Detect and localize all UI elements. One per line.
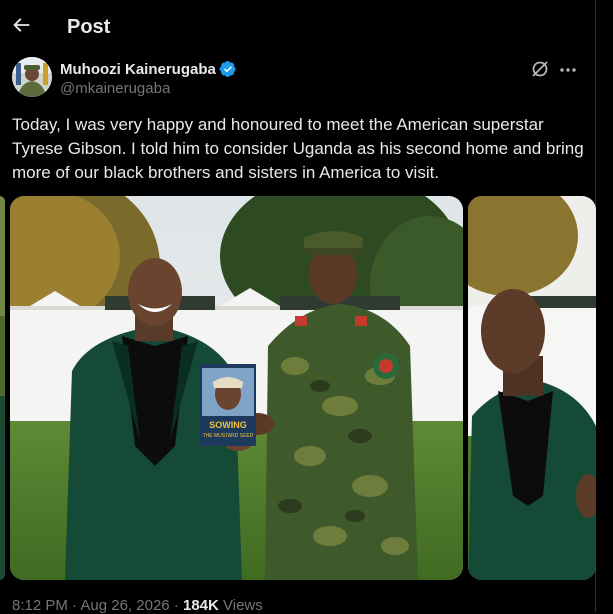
- next-photo-image: [468, 196, 596, 580]
- back-button[interactable]: [10, 14, 34, 38]
- more-horizontal-icon: [560, 68, 576, 72]
- main-photo-image: SOWING THE MUSTARD SEED: [10, 196, 463, 580]
- tweet-text: Today, I was very happy and honoured to …: [12, 115, 584, 182]
- views-label: Views: [223, 597, 263, 614]
- page-header: Post: [0, 0, 596, 53]
- arrow-left-icon: [13, 18, 30, 32]
- author-handle[interactable]: @mkainerugaba: [60, 80, 170, 97]
- scrollbar[interactable]: [601, 0, 613, 612]
- main-photo[interactable]: SOWING THE MUSTARD SEED: [10, 196, 463, 580]
- post-meta: 8:12 PM · Aug 26, 2026 · 184K Views: [12, 597, 263, 614]
- grok-icon: [532, 61, 548, 77]
- meta-separator: ·: [72, 597, 78, 614]
- book-title-line1: SOWING: [209, 420, 247, 430]
- grok-button[interactable]: [530, 59, 550, 79]
- more-options-button[interactable]: [558, 60, 578, 80]
- post-time[interactable]: 8:12 PM: [12, 597, 68, 614]
- post-date[interactable]: Aug 26, 2026: [80, 597, 169, 614]
- previous-photo[interactable]: [0, 196, 5, 580]
- media-carousel: SOWING THE MUSTARD SEED: [0, 196, 596, 582]
- views-count: 184K: [182, 597, 219, 614]
- next-photo[interactable]: [468, 196, 596, 580]
- avatar[interactable]: [12, 57, 52, 97]
- avatar-image: [12, 57, 52, 97]
- page-title: Post: [67, 16, 111, 38]
- post-column: Post Muhoozi Kainerugaba @mkainerugaba T…: [0, 0, 596, 614]
- author-name[interactable]: Muhoozi Kainerugaba: [60, 61, 216, 78]
- meta-separator: ·: [173, 597, 179, 614]
- previous-photo-image: [0, 196, 5, 580]
- book-title-line2: THE MUSTARD SEED: [203, 433, 254, 439]
- author-name-row: Muhoozi Kainerugaba: [60, 60, 237, 78]
- verified-badge-icon[interactable]: [219, 60, 237, 78]
